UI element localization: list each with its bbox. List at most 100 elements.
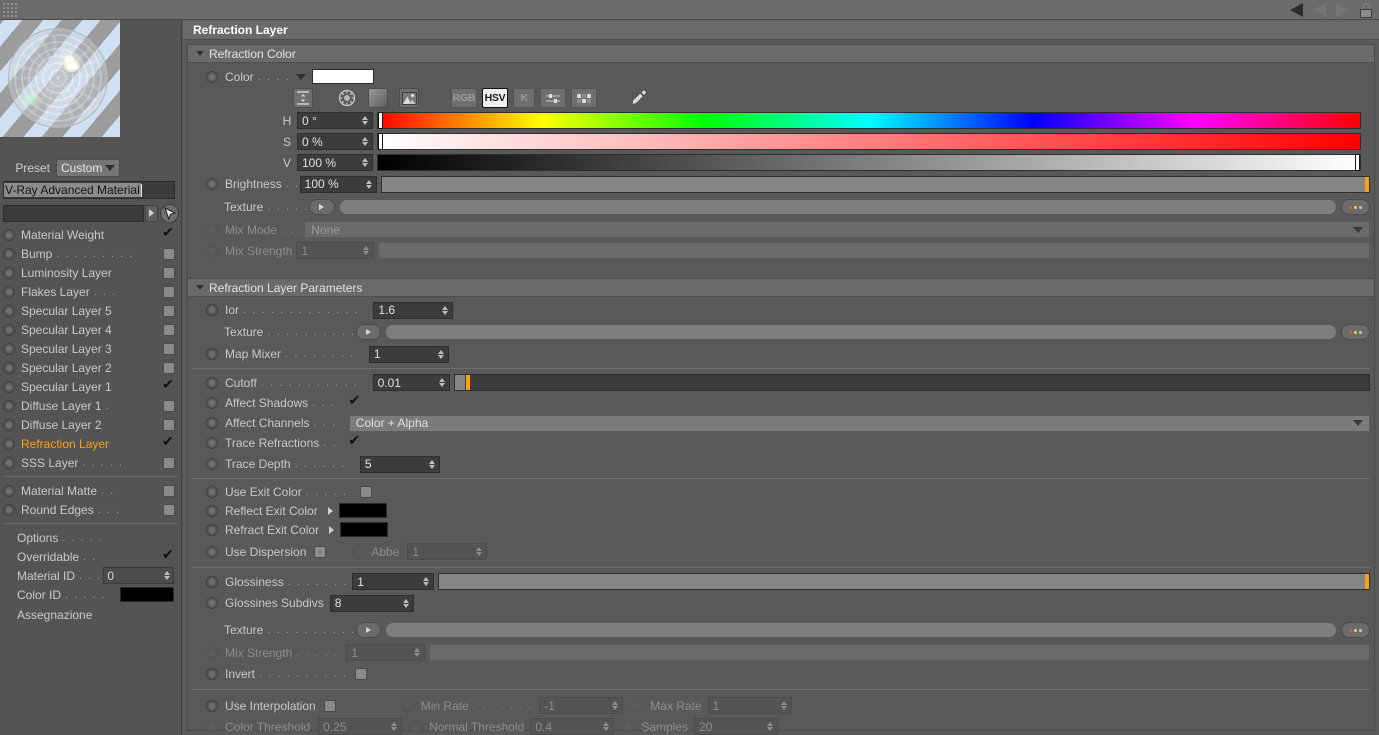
invert-checkbox[interactable] [355,667,368,680]
use-dispersion-checkbox[interactable] [314,545,327,558]
layer-track-radio[interactable] [3,484,15,497]
color-track-radio[interactable] [206,70,218,83]
hue-input[interactable]: 0 ° [297,112,373,129]
color-texture-play-button[interactable] [309,199,335,215]
sidebar-item-checkbox[interactable] [163,399,175,412]
color-wheel-icon[interactable] [337,88,357,108]
saturation-input[interactable]: 0 % [297,133,373,150]
grip-dots-icon[interactable] [2,2,18,18]
ior-texture-input[interactable] [384,324,1338,340]
layer-track-radio[interactable] [3,304,15,317]
spinner-icon[interactable] [402,598,409,608]
affect-channels-track-radio[interactable] [206,417,218,429]
sidebar-item-specular-layer-4[interactable]: Specular Layer 4 [0,320,182,339]
hue-slider[interactable] [377,112,1361,129]
value-input[interactable]: 100 % [297,154,373,171]
sidebar-item-material-matte[interactable]: Material Matte. . [0,481,182,500]
value-slider-knob[interactable] [1355,154,1360,171]
ior-texture-more-button[interactable] [1341,324,1370,340]
max-rate-input[interactable]: 1 [707,697,792,714]
normal-threshold-track-radio[interactable] [410,720,423,733]
path-expand-button[interactable] [145,204,159,222]
spinner-icon[interactable] [767,722,773,731]
normal-threshold-input[interactable]: 0.4 [530,718,615,735]
gloss-texture-input[interactable] [384,622,1338,638]
spinner-icon[interactable] [437,349,444,359]
glossiness-track-radio[interactable] [206,575,218,588]
spinner-icon[interactable] [362,158,368,167]
sidebar-item-checkbox[interactable] [163,484,175,497]
color-threshold-input[interactable]: 0.25 [318,718,403,735]
use-exit-color-checkbox[interactable] [359,485,372,498]
cutoff-track-radio[interactable] [206,376,218,389]
spinner-icon[interactable] [603,722,610,731]
layer-track-radio[interactable] [3,266,15,279]
sidebar-item-specular-layer-2[interactable]: Specular Layer 2 [0,358,182,377]
color-texture-input[interactable] [338,199,1337,215]
refraction-color-header[interactable]: Refraction Color [188,45,1374,63]
spinner-icon[interactable] [612,701,619,710]
ior-texture-play-button[interactable] [355,324,381,340]
sidebar-item-refraction-layer[interactable]: Refraction Layer [0,434,182,453]
assignment-label[interactable]: Assegnazione [17,608,92,622]
trace-depth-track-radio[interactable] [206,458,218,470]
affect-shadows-track-radio[interactable] [206,397,218,409]
spinner-icon[interactable] [391,722,398,731]
sidebar-item-checkbox[interactable] [163,304,175,317]
sidebar-item-sss-layer[interactable]: SSS Layer. . . . . [0,453,182,472]
sidebar-item-bump[interactable]: Bump. . . . . . . . . [0,244,182,263]
gloss-mix-strength-input[interactable]: 1 [346,644,425,661]
layer-track-radio[interactable] [3,323,15,336]
nav-back-arrow-icon[interactable] [1290,3,1303,17]
brightness-slider[interactable] [381,175,1370,193]
glossiness-slider-knob[interactable] [1365,574,1369,589]
gloss-texture-play-button[interactable] [355,622,381,638]
layer-track-radio[interactable] [3,380,15,393]
overridable-checkbox[interactable] [162,547,175,563]
spinner-icon[interactable] [476,547,483,556]
mix-strength-slider[interactable] [378,242,1370,259]
sidebar-item-checkbox[interactable] [163,285,175,298]
layer-track-radio[interactable] [3,361,15,374]
spinner-icon[interactable] [363,246,370,255]
sidebar-item-checkbox[interactable] [162,434,175,450]
sidebar-item-checkbox[interactable] [163,361,175,374]
saturation-slider-knob[interactable] [378,133,383,150]
color-texture-more-button[interactable] [1340,199,1371,215]
ior-input[interactable]: 1.6 [373,301,454,319]
sidebar-item-checkbox[interactable] [163,247,175,260]
color-id-swatch[interactable] [120,587,174,602]
refraction-params-header[interactable]: Refraction Layer Parameters [188,279,1374,297]
glossiness-slider[interactable] [437,573,1370,590]
material-name-input[interactable]: V-Ray Advanced Material [3,181,175,199]
sidebar-item-material-weight[interactable]: Material Weight [0,225,182,244]
glossiness-subdivs-track-radio[interactable] [206,597,218,609]
affect-shadows-checkbox[interactable] [348,393,361,409]
brightness-slider-knob[interactable] [1365,176,1369,192]
layer-track-radio[interactable] [3,437,15,450]
cutoff-slider-knob[interactable] [465,375,470,390]
sidebar-item-specular-layer-5[interactable]: Specular Layer 5 [0,301,182,320]
samples-track-radio[interactable] [622,720,635,733]
swatches-icon[interactable] [571,88,597,108]
mix-strength-input[interactable]: 1 [296,242,375,259]
layer-track-radio[interactable] [3,456,15,469]
spinner-icon[interactable] [164,571,170,580]
max-rate-track-radio[interactable] [631,699,644,712]
sidebar-item-checkbox[interactable] [163,342,175,355]
map-mixer-track-radio[interactable] [206,348,218,360]
sidebar-item-checkbox[interactable] [163,266,175,279]
expand-arrow-icon[interactable] [327,506,333,515]
gloss-texture-more-button[interactable] [1341,622,1370,638]
layer-track-radio[interactable] [3,503,15,516]
samples-input[interactable]: 20 [694,718,778,735]
trace-refractions-checkbox[interactable] [348,433,361,449]
spinner-icon[interactable] [366,179,373,189]
material-id-input[interactable]: 0 [103,567,174,584]
use-dispersion-track-radio[interactable] [206,545,218,558]
glossiness-subdivs-input[interactable]: 8 [329,594,414,612]
gradient-icon[interactable] [368,88,388,108]
eyedropper-icon[interactable] [629,88,649,108]
lock-icon[interactable] [1359,2,1373,18]
sidebar-item-checkbox[interactable] [163,456,175,469]
